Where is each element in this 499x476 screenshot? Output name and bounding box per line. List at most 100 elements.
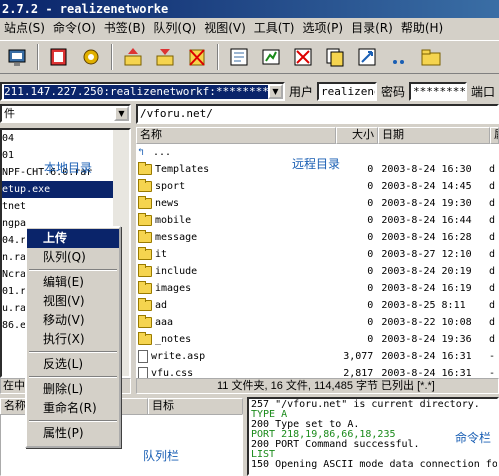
remote-file-row[interactable]: news 0 2003-8-24 19:30 d <box>136 195 499 212</box>
remote-file-name: images <box>155 283 192 294</box>
local-file-row[interactable]: 04 <box>2 130 129 147</box>
password-field[interactable]: ********* <box>409 81 467 101</box>
context-menu-item[interactable]: 视图(V) <box>27 292 119 311</box>
remote-file-name-cell: mobile <box>136 212 335 229</box>
remote-file-row[interactable]: ad 0 2003-8-25 8:11 d <box>136 297 499 314</box>
chevron-down-icon[interactable]: ▼ <box>267 83 283 99</box>
local-path-combo[interactable]: 件 ▼ <box>0 104 131 126</box>
remote-file-row[interactable]: aaa 0 2003-8-22 10:08 d <box>136 314 499 331</box>
stop-icon[interactable] <box>288 42 318 72</box>
toolbar <box>0 40 499 74</box>
local-file-name: 01.r <box>2 286 27 297</box>
log-line: 257 "/vforu.net" is current directory. <box>251 399 480 410</box>
remote-file-name: write.asp <box>151 351 206 362</box>
remote-file-name-cell: news <box>136 195 335 212</box>
remote-file-name-cell: vfu.css <box>136 365 335 378</box>
remote-file-name-cell: write.asp <box>136 348 335 365</box>
context-menu-item[interactable]: 移动(V) <box>27 311 119 330</box>
remote-file-date: 2003-8-24 16:44 <box>381 215 472 226</box>
local-file-name: etup.exe <box>2 184 51 195</box>
context-menu-item[interactable]: 反选(L) <box>27 355 119 374</box>
connect-icon[interactable] <box>2 42 32 72</box>
local-file-row[interactable]: tnet <box>2 198 129 215</box>
remote-file-row[interactable]: vfu.css 2,817 2003-8-24 16:31 - <box>136 365 499 378</box>
menu-item[interactable]: 工具(T) <box>250 18 299 38</box>
remote-file-attr: d <box>489 283 496 294</box>
menu-item[interactable]: 目录(R) <box>347 18 397 38</box>
remote-file-date: 2003-8-27 12:10 <box>381 249 472 260</box>
folder-icon <box>138 264 152 277</box>
col-date[interactable]: 日期 <box>378 127 490 144</box>
menu-item[interactable]: 命令(O) <box>49 18 100 38</box>
copy-icon[interactable] <box>320 42 350 72</box>
remote-file-size: 0 <box>367 300 374 311</box>
menu-item[interactable]: 帮助(H) <box>397 18 447 38</box>
upload-icon[interactable] <box>118 42 148 72</box>
remote-file-date: 2003-8-24 19:30 <box>381 198 472 209</box>
transfer-icon[interactable] <box>352 42 382 72</box>
remote-file-attr: d <box>489 181 496 192</box>
remote-file-attr <box>489 144 499 161</box>
remote-file-size: 0 <box>367 249 374 260</box>
local-file-name: u.ra <box>2 303 27 314</box>
chevron-down-icon[interactable]: ▼ <box>114 106 129 121</box>
host-combo[interactable]: 211.147.227.250:realizenetworkf:********… <box>0 81 285 101</box>
folder-icon[interactable] <box>416 42 446 72</box>
menu-item[interactable]: 视图(V) <box>200 18 250 38</box>
remote-file-date: 2003-8-25 8:11 <box>381 300 466 311</box>
local-file-row[interactable]: etup.exe12 <box>2 181 129 198</box>
remote-file-name: _notes <box>155 334 192 345</box>
context-menu-item[interactable]: 属性(P) <box>27 424 119 443</box>
remote-file-attr: d <box>489 215 496 226</box>
remote-file-row[interactable]: images 0 2003-8-24 16:19 d <box>136 280 499 297</box>
remote-file-row[interactable]: write.asp 3,077 2003-8-24 16:31 - <box>136 348 499 365</box>
remote-path[interactable]: /vforu.net/ <box>136 104 499 124</box>
remote-file-size: 0 <box>367 334 374 345</box>
remote-file-name-cell: ad <box>136 297 335 314</box>
remote-file-row[interactable]: sport 0 2003-8-24 14:45 d <box>136 178 499 195</box>
menu-item[interactable]: 书签(B) <box>100 18 150 38</box>
dots-icon[interactable] <box>384 42 414 72</box>
context-menu-item[interactable]: 队列(Q) <box>27 248 119 267</box>
remote-file-name-cell: _notes <box>136 331 335 348</box>
context-menu-item[interactable]: 删除(L) <box>27 380 119 399</box>
download-icon[interactable] <box>150 42 180 72</box>
col-name[interactable]: 名称 <box>136 127 336 144</box>
col-attr[interactable]: 属 <box>490 127 499 144</box>
queue-icon[interactable] <box>256 42 286 72</box>
remote-file-size: 2,817 <box>343 368 374 378</box>
menu-item[interactable]: 选项(P) <box>299 18 348 38</box>
remote-file-name: ad <box>155 300 168 311</box>
remote-file-row[interactable]: include 0 2003-8-24 20:19 d <box>136 263 499 280</box>
local-file-name: 01 <box>2 150 15 161</box>
remote-file-size: 0 <box>367 283 374 294</box>
context-menu-item[interactable]: 执行(X) <box>27 330 119 349</box>
context-menu-item[interactable]: 重命名(R) <box>27 399 119 418</box>
book-icon[interactable] <box>44 42 74 72</box>
remote-file-row[interactable]: _notes 0 2003-8-24 19:36 d <box>136 331 499 348</box>
local-file-name: n.ra <box>2 252 27 263</box>
user-field[interactable]: realizene <box>316 81 377 101</box>
folder-icon <box>138 196 152 209</box>
command-annotation: 命令栏 <box>455 431 492 445</box>
remote-file-list[interactable]: ↰... Templates 0 2003-8-24 16:30 d sport 0 2003… <box>136 144 499 378</box>
context-menu-item[interactable]: 上传 <box>27 229 119 248</box>
settings-icon[interactable] <box>76 42 106 72</box>
context-menu-item[interactable]: 编辑(E) <box>27 273 119 292</box>
queue-col-target[interactable]: 目标 <box>148 398 243 415</box>
remote-file-name: vfu.css <box>151 368 194 378</box>
refresh-icon[interactable] <box>224 42 254 72</box>
menu-separator <box>27 349 119 355</box>
remote-file-row[interactable]: it 0 2003-8-27 12:10 d <box>136 246 499 263</box>
delete-icon[interactable] <box>182 42 212 72</box>
local-file-name: Ncra <box>2 269 27 280</box>
menu-item[interactable]: 站点(S) <box>0 18 49 38</box>
folder-icon <box>138 230 152 243</box>
remote-file-row[interactable]: message 0 2003-8-24 16:28 d <box>136 229 499 246</box>
remote-file-row[interactable]: mobile 0 2003-8-24 16:44 d <box>136 212 499 229</box>
remote-file-attr: d <box>489 164 496 175</box>
remote-file-date: 2003-8-24 19:36 <box>381 334 472 345</box>
remote-file-name-cell: images <box>136 280 335 297</box>
menu-item[interactable]: 队列(Q) <box>149 18 200 38</box>
col-size[interactable]: 大小 <box>336 127 378 144</box>
